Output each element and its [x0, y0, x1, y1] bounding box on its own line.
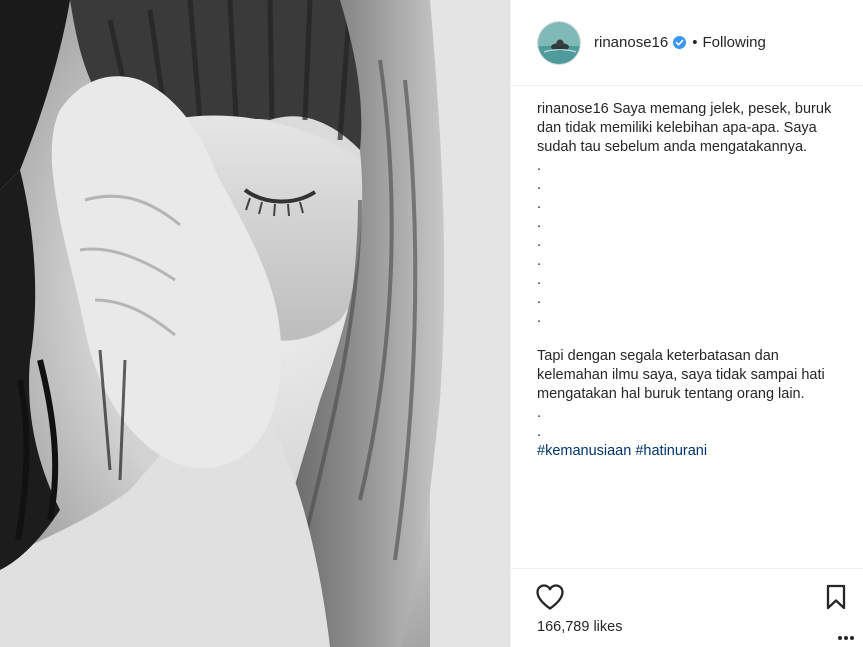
- post-footer: 166,789 likes: [511, 568, 863, 647]
- verified-badge-icon: [673, 36, 687, 49]
- caption-text: .: [537, 272, 542, 288]
- caption-line: .: [537, 157, 837, 176]
- photo-image: [0, 0, 510, 647]
- following-button[interactable]: Following: [703, 34, 766, 51]
- caption-text: .: [537, 253, 542, 269]
- caption-hashtags[interactable]: #kemanusiaan #hatinurani: [537, 442, 837, 461]
- caption-line: .: [537, 309, 837, 328]
- instagram-post: rinanose16 • Following rinanose16 Saya m…: [0, 0, 863, 647]
- post-caption: rinanose16 Saya memang jelek, pesek, bur…: [537, 100, 837, 461]
- post-header: rinanose16 • Following: [511, 0, 863, 86]
- caption-line: .: [537, 423, 837, 442]
- caption-text: .: [537, 291, 542, 307]
- caption-text: .: [537, 158, 542, 174]
- header-separator: •: [692, 34, 698, 51]
- avatar[interactable]: [537, 20, 581, 65]
- caption-text: .: [537, 310, 542, 326]
- caption-text: .: [537, 234, 542, 250]
- caption-line: .: [537, 252, 837, 271]
- caption-line: .: [537, 176, 837, 195]
- caption-text: .: [537, 424, 542, 440]
- caption-line: .: [537, 214, 837, 233]
- caption-text: .: [537, 196, 542, 212]
- caption-line: .: [537, 195, 837, 214]
- caption-first-line: rinanose16 Saya memang jelek, pesek, bur…: [537, 100, 837, 157]
- avatar-image: [538, 21, 580, 64]
- more-options-icon[interactable]: [838, 627, 858, 640]
- caption-line: .: [537, 233, 837, 252]
- caption-line: Tapi dengan segala keterbatasan dan kele…: [537, 347, 837, 404]
- caption-username-link[interactable]: rinanose16: [537, 101, 609, 117]
- caption-line: .: [537, 271, 837, 290]
- caption-text: .: [537, 215, 542, 231]
- likes-count[interactable]: 166,789 likes: [537, 619, 622, 635]
- username-link[interactable]: rinanose16: [594, 34, 668, 51]
- bookmark-icon[interactable]: [824, 583, 848, 611]
- caption-text: .: [537, 405, 542, 421]
- heart-icon[interactable]: [535, 583, 565, 611]
- caption-line: .: [537, 290, 837, 309]
- post-sidebar: rinanose16 • Following rinanose16 Saya m…: [510, 0, 863, 647]
- caption-line: .: [537, 404, 837, 423]
- caption-text: .: [537, 177, 542, 193]
- post-photo[interactable]: [0, 0, 510, 647]
- caption-text: Tapi dengan segala keterbatasan dan kele…: [537, 348, 825, 402]
